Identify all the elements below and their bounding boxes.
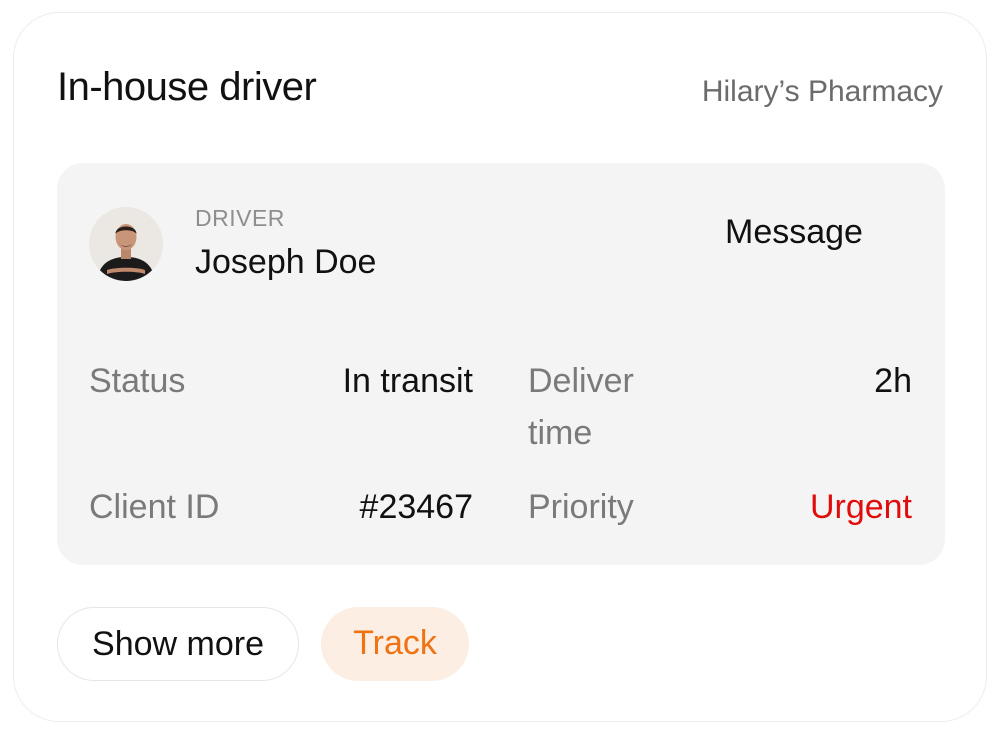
track-button[interactable]: Track bbox=[321, 607, 469, 681]
driver-name: Joseph Doe bbox=[195, 243, 377, 281]
client-id-label: Client ID bbox=[89, 488, 220, 526]
deliver-time-label: Deliver time bbox=[528, 355, 634, 459]
deliver-time-label-line1: Deliver bbox=[528, 362, 634, 400]
message-button[interactable]: Message bbox=[725, 213, 863, 252]
priority-value: Urgent bbox=[809, 488, 912, 526]
show-more-button[interactable]: Show more bbox=[57, 607, 299, 681]
status-value: In transit bbox=[342, 362, 473, 400]
status-label: Status bbox=[89, 362, 186, 400]
driver-card: In-house driver Hilary’s Pharmacy DRIVER… bbox=[13, 12, 987, 722]
card-title: In-house driver bbox=[57, 65, 317, 109]
driver-caption: DRIVER bbox=[195, 205, 285, 231]
driver-details-panel: DRIVER Joseph Doe Message Status In tran… bbox=[57, 163, 945, 565]
client-id-value: #23467 bbox=[359, 488, 473, 526]
priority-label: Priority bbox=[528, 488, 634, 526]
avatar bbox=[89, 207, 163, 281]
driver-avatar-icon bbox=[89, 207, 163, 281]
deliver-time-value: 2h bbox=[874, 362, 912, 400]
deliver-time-label-line2: time bbox=[528, 414, 593, 452]
organization-name: Hilary’s Pharmacy bbox=[701, 75, 943, 108]
